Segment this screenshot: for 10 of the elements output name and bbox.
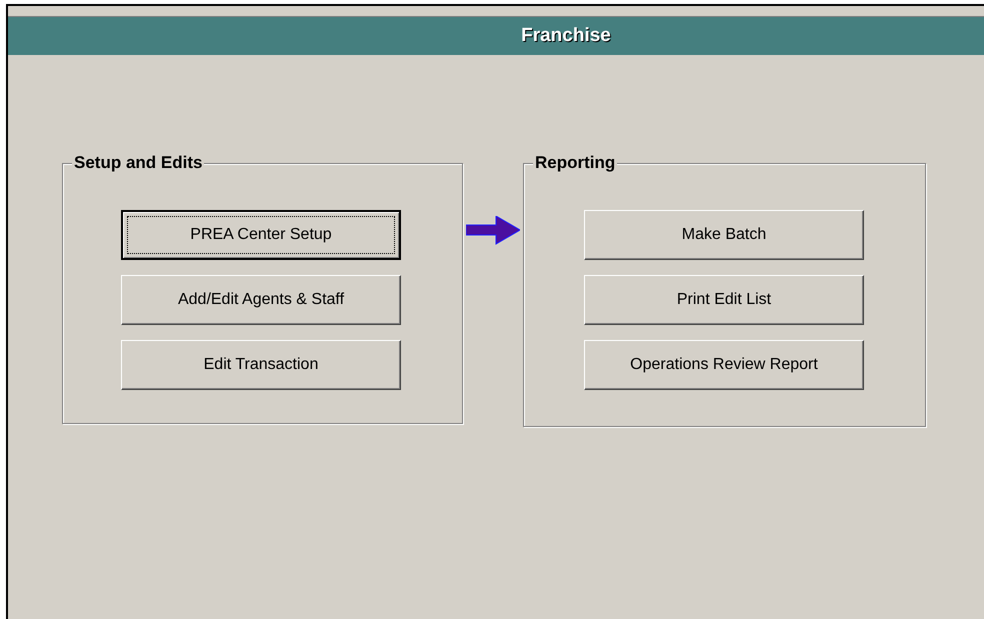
- action-button[interactable]: Print Edit List: [584, 275, 864, 325]
- window-title: Franchise: [521, 24, 611, 48]
- action-button[interactable]: Make Batch: [584, 210, 864, 260]
- action-button[interactable]: Operations Review Report: [584, 340, 864, 390]
- group-title: Reporting: [533, 153, 618, 173]
- action-button[interactable]: Edit Transaction: [121, 340, 401, 390]
- action-button[interactable]: Add/Edit Agents & Staff: [121, 275, 401, 325]
- group-title: Setup and Edits: [72, 153, 204, 173]
- arrow-icon: [466, 216, 520, 246]
- action-button[interactable]: PREA Center Setup: [121, 210, 401, 260]
